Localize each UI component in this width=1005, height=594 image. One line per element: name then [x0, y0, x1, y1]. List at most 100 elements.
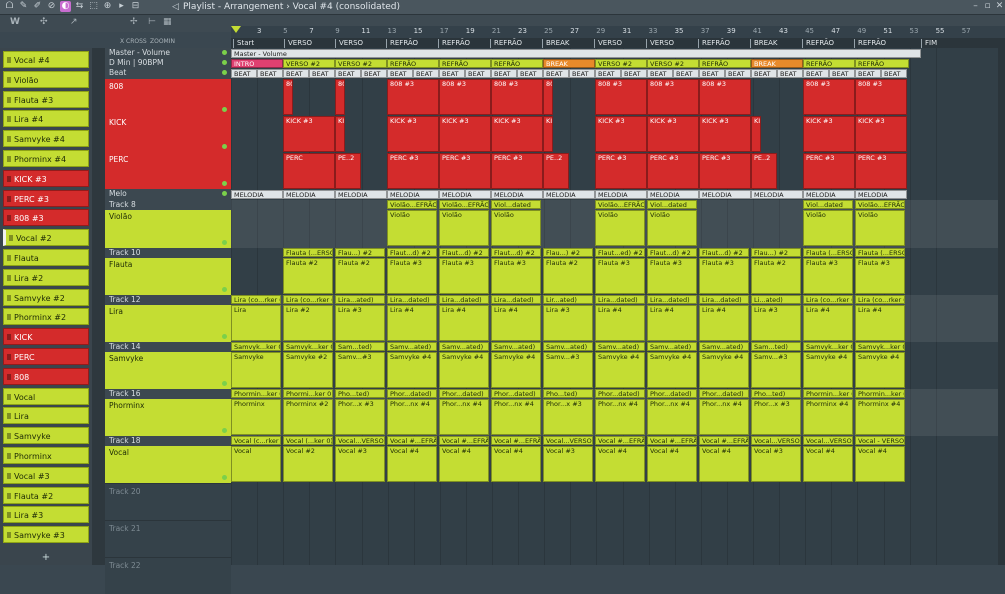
kick-clip[interactable]: KICK #3: [387, 116, 439, 152]
808-clip[interactable]: 808 #3: [335, 79, 345, 115]
clip-header[interactable]: Lira (co...rker 0): [283, 295, 333, 304]
marker[interactable]: BREAK: [542, 39, 569, 48]
section-clip[interactable]: REFRÃO: [699, 59, 751, 68]
track-active-led[interactable]: [222, 107, 227, 112]
track-16-header[interactable]: Track 16 Phorminx: [105, 389, 231, 436]
picker-item[interactable]: Violão: [3, 70, 89, 88]
kick-clip[interactable]: KICK #3: [543, 116, 553, 152]
audio-clip[interactable]: Phor...nx #4: [439, 399, 489, 435]
beat-clip[interactable]: BEAT: [309, 69, 335, 78]
clip-header[interactable]: Flauta (...ERSO: [803, 248, 853, 257]
clip-header[interactable]: Lir...ated): [543, 295, 593, 304]
clip-header[interactable]: Flau...) #2: [751, 248, 801, 257]
marker[interactable]: FIM: [921, 39, 937, 48]
track-active-led[interactable]: [222, 70, 227, 75]
picker-item[interactable]: Samvyke #2: [3, 288, 89, 306]
picker-item[interactable]: Vocal #4: [3, 51, 89, 68]
808-clip[interactable]: 808 #3: [699, 79, 751, 115]
track-10-header[interactable]: Track 10 Flauta: [105, 248, 231, 295]
track-active-led[interactable]: [222, 287, 227, 292]
track-empty-header[interactable]: Track 22: [105, 557, 231, 594]
melodia-clip[interactable]: MELODIA: [491, 190, 543, 199]
melodia-clip[interactable]: MELODIA: [751, 190, 803, 199]
clip-header[interactable]: Samvyk...ker 0): [855, 342, 905, 351]
clip-header[interactable]: Flaut...d) #2: [491, 248, 541, 257]
audio-clip[interactable]: Vocal #3: [543, 446, 593, 482]
audio-clip[interactable]: Violão: [803, 210, 853, 246]
clip-header[interactable]: Samv...ated): [387, 342, 437, 351]
audio-clip[interactable]: Samvyke: [231, 352, 281, 388]
audio-clip[interactable]: Samvyke #4: [647, 352, 697, 388]
beat-clip[interactable]: BEAT: [491, 69, 517, 78]
audio-clip[interactable]: Phorminx #4: [803, 399, 853, 435]
audio-clip[interactable]: Samv...#3: [335, 352, 385, 388]
audio-clip[interactable]: Flauta #3: [439, 258, 489, 294]
clip-header[interactable]: Flaut...d) #2: [699, 248, 749, 257]
melodia-clip[interactable]: MELODIA: [283, 190, 335, 199]
track-kick-header[interactable]: KICK: [105, 115, 231, 152]
clip-header[interactable]: Lira (co...rker 0): [855, 295, 905, 304]
track-active-led[interactable]: [222, 50, 227, 55]
clip-header[interactable]: Lira...dated): [699, 295, 749, 304]
beat-clip[interactable]: BEAT: [803, 69, 829, 78]
perc-clip[interactable]: PE..2: [543, 153, 569, 189]
clip-header[interactable]: Flau...) #2: [335, 248, 385, 257]
slip-icon[interactable]: ⇆: [74, 1, 85, 12]
audio-clip[interactable]: Vocal: [231, 446, 281, 482]
audio-clip[interactable]: Flauta #3: [387, 258, 437, 294]
clip-header[interactable]: Pho...ted): [751, 389, 801, 398]
marker[interactable]: REFRÃO: [854, 39, 886, 48]
minimize-icon[interactable]: –: [970, 1, 981, 13]
clip-header[interactable]: Pho...ted): [335, 389, 385, 398]
beat-clip[interactable]: BEAT: [543, 69, 569, 78]
clip-header[interactable]: Vocal #...EFRÃO: [699, 436, 749, 445]
beat-clip[interactable]: BEAT: [465, 69, 491, 78]
melodia-clip[interactable]: MELODIA: [543, 190, 595, 199]
timeline-ruler[interactable]: 3 5 7 9 11 13 15 17 19 21 23 25 27 29 31 33 35 37 39 41 43 45…: [231, 26, 1005, 38]
clip-header[interactable]: Lira...dated): [387, 295, 437, 304]
track-18-header[interactable]: Track 18 Vocal: [105, 436, 231, 483]
audio-clip[interactable]: Vocal #4: [387, 446, 437, 482]
melodia-clip[interactable]: MELODIA: [855, 190, 907, 199]
beat-clip[interactable]: BEAT: [595, 69, 621, 78]
audio-clip[interactable]: Lira #4: [647, 305, 697, 341]
kick-clip[interactable]: KICK #3: [751, 116, 761, 152]
beat-clip[interactable]: BEAT: [621, 69, 647, 78]
clip-header[interactable]: Violão...EFRÃO: [387, 200, 437, 209]
beat-clip[interactable]: BEAT: [751, 69, 777, 78]
track-active-led[interactable]: [222, 240, 227, 245]
audio-clip[interactable]: Phor...nx #4: [387, 399, 437, 435]
picker-item[interactable]: Lira: [3, 407, 89, 425]
clip-header[interactable]: Viol...dated: [803, 200, 853, 209]
audio-clip[interactable]: Samvyke #4: [595, 352, 645, 388]
clip-header[interactable]: Viol...dated: [491, 200, 541, 209]
clip-header[interactable]: Lira...ated): [335, 295, 385, 304]
clip-header[interactable]: Flaut...ed) #2: [595, 248, 645, 257]
track-empty-header[interactable]: Track 21: [105, 520, 231, 557]
marker[interactable]: REFRÃO: [698, 39, 730, 48]
track-active-led[interactable]: [222, 381, 227, 386]
audio-clip[interactable]: Samv...#3: [751, 352, 801, 388]
audio-clip[interactable]: Lira #2: [283, 305, 333, 341]
clip-header[interactable]: Sam...ted): [751, 342, 801, 351]
kick-clip[interactable]: KICK #3: [647, 116, 699, 152]
clip-header[interactable]: Phor...dated): [595, 389, 645, 398]
picker-item[interactable]: Lira #3: [3, 506, 89, 524]
magnet-icon[interactable]: ᗝ: [4, 1, 15, 12]
maximize-icon[interactable]: ▫: [982, 1, 993, 13]
audio-clip[interactable]: Vocal #4: [699, 446, 749, 482]
clip-header[interactable]: Vocal - VERSO: [855, 436, 905, 445]
audio-clip[interactable]: Lira #4: [491, 305, 541, 341]
mute-icon[interactable]: ◐: [60, 1, 71, 12]
close-icon[interactable]: ✕: [994, 1, 1005, 13]
clip-header[interactable]: Vocal #...EFRÃO: [439, 436, 489, 445]
perc-clip[interactable]: PERC #3: [855, 153, 907, 189]
timeline-markers[interactable]: Start VERSO VERSO REFRÃO REFRÃO REFRÃO BREAK VE…: [231, 38, 1005, 48]
melodia-clip[interactable]: MELODIA: [595, 190, 647, 199]
clip-header[interactable]: Samv...ated): [595, 342, 645, 351]
audio-clip[interactable]: Phor...nx #4: [699, 399, 749, 435]
clip-header[interactable]: Lira (co...rker 0): [803, 295, 853, 304]
audio-clip[interactable]: Lira: [231, 305, 281, 341]
clip-header[interactable]: Samv...ated): [543, 342, 593, 351]
kick-clip[interactable]: KICK #3: [283, 116, 335, 152]
